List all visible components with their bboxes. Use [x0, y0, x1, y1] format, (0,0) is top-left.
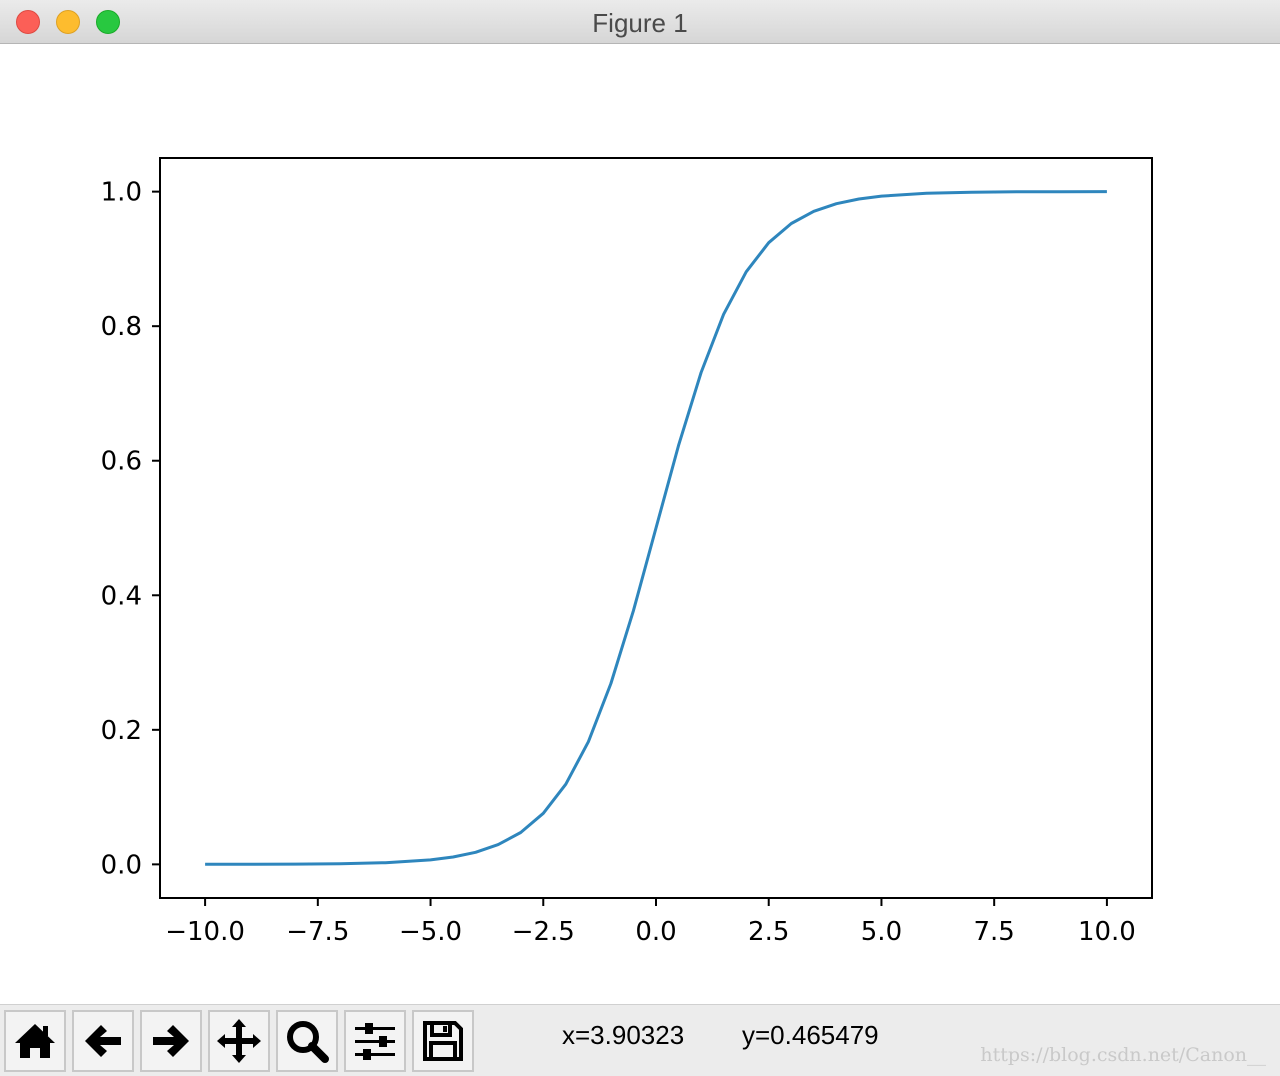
x-tick-label: −7.5	[286, 917, 349, 947]
sliders-icon	[355, 1023, 395, 1060]
x-tick-label: 7.5	[974, 917, 1015, 947]
figure-canvas[interactable]: −10.0 −7.5 −5.0 −2.5 0.0 2.5 5.0 7.5 10.0 0.0 0.2…	[0, 44, 1280, 1004]
window-title: Figure 1	[592, 8, 688, 38]
title-bar[interactable]: Figure 1	[0, 0, 1280, 44]
zoom-button[interactable]	[276, 1010, 338, 1072]
home-button[interactable]	[4, 1010, 66, 1072]
y-tick-label: 0.6	[101, 447, 142, 477]
line-chart: −10.0 −7.5 −5.0 −2.5 0.0 2.5 5.0 7.5 10.0 0.0 0.2…	[101, 157, 1153, 947]
x-tick-label: 2.5	[748, 917, 789, 947]
home-icon	[15, 1024, 55, 1058]
sigmoid-line	[205, 190, 1107, 866]
x-tick-label: 5.0	[861, 917, 902, 947]
y-coordinate-readout: y=0.465479	[742, 1020, 879, 1050]
arrow-left-icon	[85, 1025, 121, 1057]
watermark-text: https://blog.csdn.net/Canon__	[980, 1044, 1266, 1066]
x-tick-label: −10.0	[165, 917, 245, 947]
y-tick-label: 0.4	[101, 581, 142, 611]
save-button[interactable]	[412, 1010, 474, 1072]
x-tick-label: 0.0	[635, 917, 676, 947]
pan-button[interactable]	[208, 1010, 270, 1072]
x-axis-ticks: −10.0 −7.5 −5.0 −2.5 0.0 2.5 5.0 7.5 10.0	[165, 898, 1136, 947]
y-tick-label: 1.0	[101, 178, 142, 208]
y-tick-label: 0.2	[101, 716, 142, 746]
move-icon	[217, 1019, 261, 1063]
y-axis-ticks: 0.0 0.2 0.4 0.6 0.8 1.0	[101, 178, 160, 880]
x-tick-label: −2.5	[512, 917, 575, 947]
x-coordinate-readout: x=3.90323	[562, 1020, 685, 1050]
y-tick-label: 0.8	[101, 312, 142, 342]
x-tick-label: 10.0	[1078, 917, 1136, 947]
floppy-disk-icon	[423, 1021, 463, 1061]
configure-subplots-button[interactable]	[344, 1010, 406, 1072]
x-tick-label: −5.0	[399, 917, 462, 947]
y-tick-label: 0.0	[101, 850, 142, 880]
forward-button[interactable]	[140, 1010, 202, 1072]
back-button[interactable]	[72, 1010, 134, 1072]
arrow-right-icon	[153, 1025, 189, 1057]
magnifier-icon	[287, 1021, 329, 1063]
figure-window: Figure 1 −10.0 −7.5 −5.0 −2.5 0.0 2.5 5.0 7.5 10…	[0, 0, 1280, 1076]
